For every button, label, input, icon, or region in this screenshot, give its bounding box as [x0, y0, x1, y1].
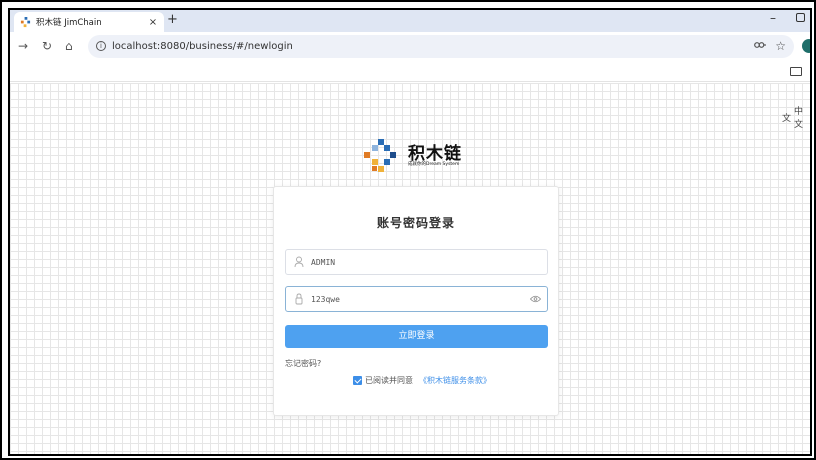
profile-avatar[interactable] — [802, 39, 810, 53]
site-info-icon[interactable]: i — [96, 41, 106, 51]
forgot-password-link[interactable]: 忘记密码? — [285, 358, 321, 369]
eye-icon[interactable] — [530, 295, 541, 303]
folder-icon[interactable] — [790, 67, 802, 76]
agree-checkbox[interactable] — [353, 376, 362, 385]
forward-arrow-icon[interactable]: → — [18, 40, 28, 52]
reload-icon[interactable]: ↻ — [42, 40, 52, 52]
login-page: 文 中文 积木链 成就你的Dream System 账号密码登录 ADMIN 1… — [10, 83, 810, 454]
minimize-icon[interactable]: – — [770, 11, 776, 25]
url-text[interactable]: localhost:8080/business/#/newlogin — [112, 41, 293, 52]
logo-tagline: 成就你的Dream System — [408, 162, 460, 167]
tab-close-icon[interactable]: × — [148, 17, 158, 28]
browser-tab[interactable]: 积木链 JimChain × — [14, 12, 164, 32]
language-switch[interactable]: 文 中文 — [782, 104, 810, 130]
agree-label: 已阅读并同意 — [365, 376, 413, 385]
lock-icon — [295, 293, 303, 305]
password-key-icon[interactable] — [754, 40, 766, 50]
username-field[interactable] — [285, 249, 548, 275]
browser-window: 积木链 JimChain × + – → ↻ ⌂ i localhost:808… — [8, 8, 812, 456]
login-card: 账号密码登录 ADMIN 123qwe 立即登录 忘记密码? 已阅读并同意 《积… — [273, 186, 559, 416]
language-label: 中文 — [794, 107, 804, 130]
maximize-icon[interactable] — [796, 13, 805, 22]
new-tab-button[interactable]: + — [167, 13, 178, 27]
tab-strip: 积木链 JimChain × + – — [10, 10, 810, 32]
address-bar[interactable]: i localhost:8080/business/#/newlogin ☆ — [88, 35, 794, 58]
login-title: 账号密码登录 — [376, 216, 455, 230]
jimchain-logo-icon — [364, 139, 396, 172]
tab-title: 积木链 JimChain — [36, 18, 102, 28]
translate-icon: 文 — [782, 113, 792, 124]
home-icon[interactable]: ⌂ — [65, 40, 73, 52]
username-input[interactable] — [311, 257, 521, 267]
browser-toolbar: → ↻ ⌂ i localhost:8080/business/#/newlog… — [10, 32, 810, 62]
user-icon — [294, 256, 304, 268]
password-input[interactable] — [311, 294, 521, 304]
screenshot-frame: 积木链 JimChain × + – → ↻ ⌂ i localhost:808… — [0, 0, 816, 460]
agreement-row: 已阅读并同意 《积木链服务条款》 — [353, 375, 491, 386]
terms-link[interactable]: 《积木链服务条款》 — [419, 375, 491, 386]
jimchain-favicon-icon — [20, 16, 31, 27]
logo: 积木链 成就你的Dream System — [364, 139, 474, 175]
password-field[interactable] — [285, 286, 548, 312]
bookmarks-bar — [10, 62, 810, 82]
login-button[interactable]: 立即登录 — [285, 325, 548, 348]
bookmark-star-icon[interactable]: ☆ — [775, 39, 786, 53]
